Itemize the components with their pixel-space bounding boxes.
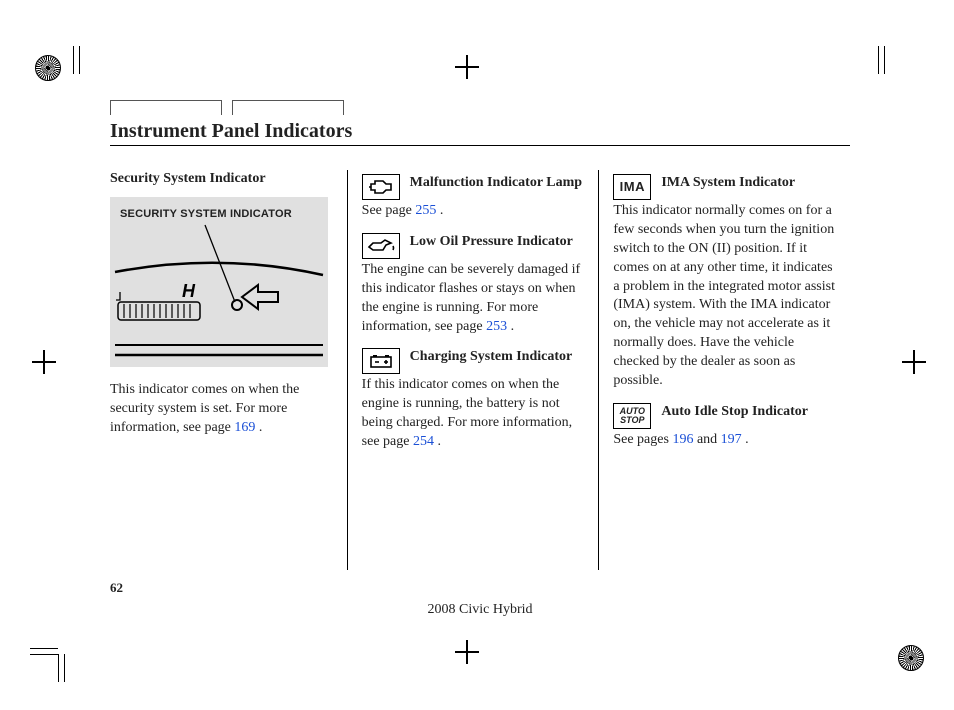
crop-mark-icon [878, 46, 906, 74]
ima-title: IMA System Indicator [661, 174, 795, 193]
dashboard-illustration-icon: H [110, 197, 328, 367]
page-link-255[interactable]: 255 [415, 203, 436, 218]
registration-mark-icon [35, 55, 61, 81]
page-content: Instrument Panel Indicators Security Sys… [110, 100, 850, 570]
oil-can-icon [362, 233, 400, 259]
registration-cross-icon [455, 640, 479, 664]
svg-text:H: H [182, 281, 196, 301]
text: This indicator comes on when the securit… [110, 382, 299, 435]
text: and [693, 432, 720, 447]
text: If this indicator comes on when the engi… [362, 377, 572, 449]
text: See pages [613, 432, 672, 447]
ima-block: IMA IMA System Indicator This indicator … [613, 174, 836, 391]
page-link-197[interactable]: 197 [721, 432, 742, 447]
mil-title: Malfunction Indicator Lamp [410, 174, 582, 193]
text: . [742, 432, 749, 447]
page-link-254[interactable]: 254 [413, 434, 434, 449]
mil-block: Malfunction Indicator Lamp See page 255 … [362, 174, 585, 221]
mil-body: See page 255 . [362, 202, 585, 221]
ima-body: This indicator normally comes on for a f… [613, 202, 836, 391]
text: . [507, 319, 514, 334]
text: . [255, 420, 262, 435]
registration-cross-icon [32, 350, 56, 374]
column-security: Security System Indicator SECURITY SYSTE… [110, 170, 347, 570]
registration-cross-icon [455, 55, 479, 79]
auto-stop-line2: STOP [620, 416, 644, 425]
autostop-block: AUTO STOP Auto Idle Stop Indicator See p… [613, 403, 836, 450]
check-engine-icon [362, 174, 400, 200]
autostop-title: Auto Idle Stop Indicator [661, 403, 808, 422]
column-engine-indicators: Malfunction Indicator Lamp See page 255 … [347, 170, 599, 570]
charge-block: Charging System Indicator If this indica… [362, 348, 585, 452]
autostop-body: See pages 196 and 197 . [613, 431, 836, 450]
title-rule [110, 145, 850, 146]
oil-title: Low Oil Pressure Indicator [410, 233, 573, 252]
ima-icon: IMA [613, 174, 651, 200]
page-title: Instrument Panel Indicators [110, 120, 850, 143]
page-number: 62 [110, 580, 123, 595]
auto-stop-icon: AUTO STOP [613, 403, 651, 429]
tab-placeholder [110, 100, 222, 115]
column-ima: IMA IMA System Indicator This indicator … [598, 170, 850, 570]
crop-mark-icon [30, 640, 58, 668]
registration-mark-icon [898, 645, 924, 671]
page-link-196[interactable]: 196 [672, 432, 693, 447]
page-footer: 62 2008 Civic Hybrid [110, 580, 850, 596]
battery-icon [362, 348, 400, 374]
oil-body: The engine can be severely damaged if th… [362, 261, 585, 337]
text: . [434, 434, 441, 449]
header-tabs [110, 100, 850, 118]
page-link-169[interactable]: 169 [234, 420, 255, 435]
crop-mark-icon [65, 46, 93, 74]
columns: Security System Indicator SECURITY SYSTE… [110, 170, 850, 570]
charge-body: If this indicator comes on when the engi… [362, 376, 585, 452]
model-year: 2008 Civic Hybrid [110, 602, 850, 618]
registration-cross-icon [902, 350, 926, 374]
text: The engine can be severely damaged if th… [362, 262, 580, 334]
security-indicator-figure: SECURITY SYSTEM INDICATOR H [110, 197, 328, 367]
security-body: This indicator comes on when the securit… [110, 381, 333, 438]
text: See page [362, 203, 416, 218]
page-link-253[interactable]: 253 [486, 319, 507, 334]
oil-block: Low Oil Pressure Indicator The engine ca… [362, 233, 585, 337]
tab-placeholder [232, 100, 344, 115]
charge-title: Charging System Indicator [410, 348, 573, 367]
security-heading: Security System Indicator [110, 170, 333, 189]
text: . [436, 203, 443, 218]
